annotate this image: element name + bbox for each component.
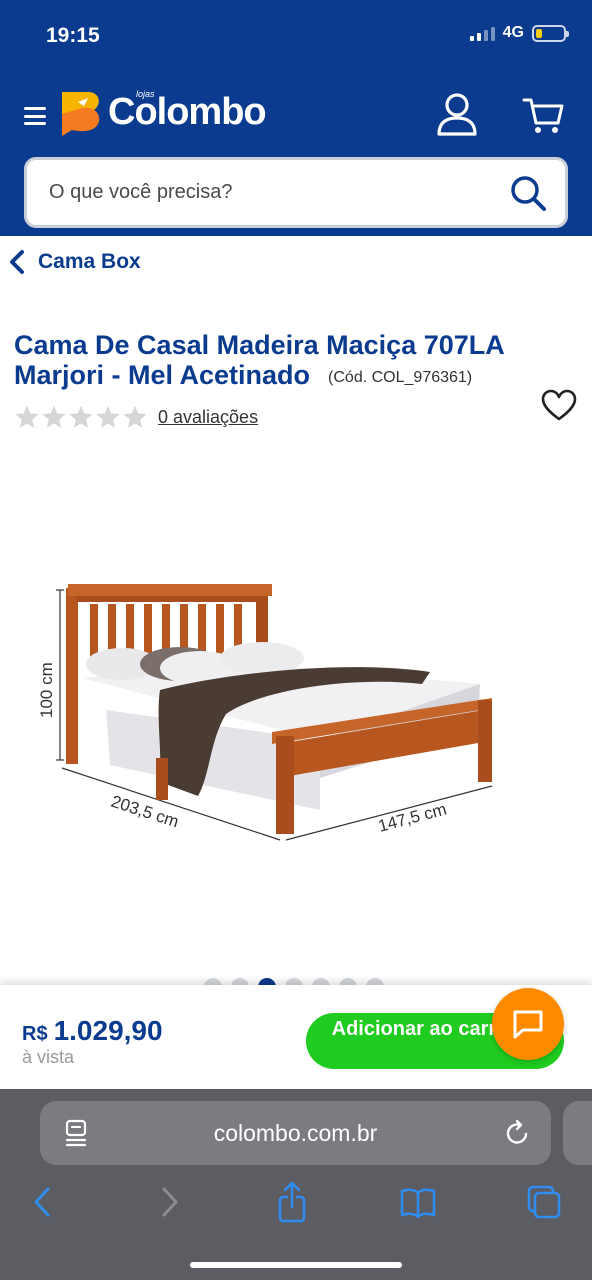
product-title-block: Cama De Casal Madeira Maciça 707LA Marjo… xyxy=(14,330,534,393)
forward-arrow-icon[interactable] xyxy=(150,1181,190,1223)
reviews-link[interactable]: 0 avaliações xyxy=(158,407,258,428)
bookmarks-icon[interactable] xyxy=(398,1181,438,1223)
search-icon[interactable] xyxy=(509,174,547,212)
battery-icon xyxy=(532,24,569,42)
signal-icon xyxy=(469,25,495,41)
logo-small-text: lojas xyxy=(136,88,155,99)
breadcrumb-back-link[interactable]: Cama Box xyxy=(8,248,141,276)
status-indicators: 4G xyxy=(469,24,569,42)
share-icon[interactable] xyxy=(272,1181,312,1223)
url-text: colombo.com.br xyxy=(213,1120,378,1146)
star-icon xyxy=(15,405,39,428)
price-note: à vista xyxy=(22,1047,75,1067)
logo-mark-icon xyxy=(62,92,100,136)
star-icon xyxy=(69,405,93,428)
menu-icon[interactable] xyxy=(24,107,46,125)
search-input[interactable] xyxy=(49,160,489,225)
reload-icon[interactable] xyxy=(505,1119,531,1147)
status-time: 19:15 xyxy=(46,24,100,47)
logo-text: Colombo xyxy=(108,90,267,133)
next-tab-preview[interactable] xyxy=(563,1101,592,1165)
browser-toolbar: colombo.com.br xyxy=(0,1089,592,1280)
height-dimension-label: 100 cm xyxy=(37,662,56,718)
price-value: 1.029,90 xyxy=(53,1015,163,1046)
star-icon xyxy=(123,405,147,428)
product-image[interactable]: 100 cm 203,5 cm 147,5 cm xyxy=(30,560,510,860)
back-arrow-icon[interactable] xyxy=(22,1181,62,1223)
product-rating: 0 avaliações xyxy=(14,404,258,430)
product-code: (Cód. COL_976361) xyxy=(328,369,473,386)
price-block: R$ 1.029,90 à vista xyxy=(22,1015,163,1068)
cart-icon[interactable] xyxy=(522,96,564,136)
width-dimension-label: 147,5 cm xyxy=(376,799,448,835)
chat-button[interactable] xyxy=(492,988,564,1060)
tabs-icon[interactable] xyxy=(524,1181,564,1223)
length-dimension-label: 203,5 cm xyxy=(109,792,181,832)
star-icon xyxy=(42,405,66,428)
browser-nav-row xyxy=(0,1181,592,1223)
logo[interactable]: lojas Colombo xyxy=(58,86,267,138)
favorite-heart-icon[interactable] xyxy=(540,388,578,422)
search-box xyxy=(24,157,568,228)
price-currency: R$ xyxy=(22,1023,48,1045)
star-icon xyxy=(96,405,120,428)
network-label: 4G xyxy=(502,24,524,41)
user-account-icon[interactable] xyxy=(436,92,478,136)
chat-bubble-icon xyxy=(513,1010,543,1039)
home-indicator xyxy=(190,1262,402,1268)
rating-stars xyxy=(14,404,148,430)
site-header: 19:15 4G lojas Colombo xyxy=(0,0,592,236)
address-bar[interactable]: colombo.com.br xyxy=(40,1101,551,1165)
breadcrumb-label: Cama Box xyxy=(38,250,141,273)
chevron-left-icon xyxy=(10,250,24,274)
